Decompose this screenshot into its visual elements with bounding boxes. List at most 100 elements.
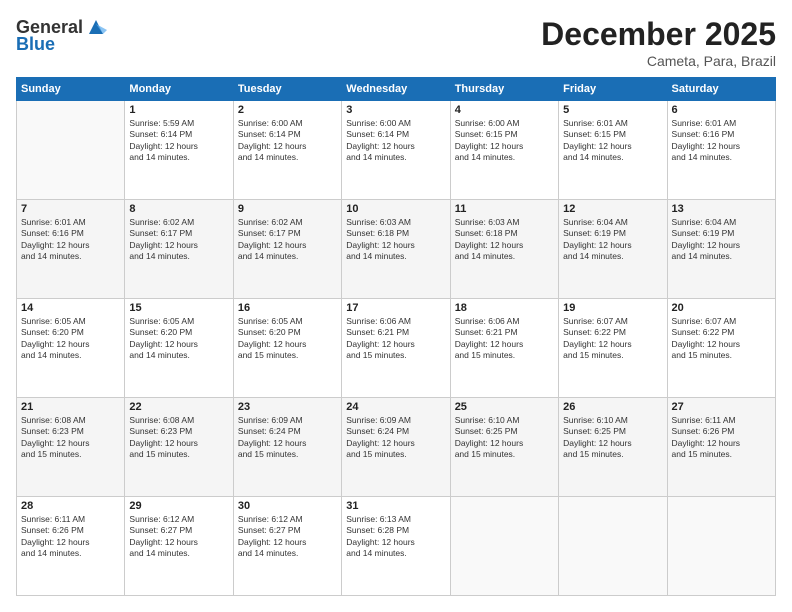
table-row: 10 Sunrise: 6:03 AM Sunset: 6:18 PM Dayli… (342, 200, 450, 299)
day-number: 2 (238, 104, 337, 116)
day-info: Sunrise: 6:05 AM Sunset: 6:20 PM Dayligh… (21, 316, 120, 362)
day-number: 13 (672, 203, 771, 215)
col-sunday: Sunday (17, 78, 125, 101)
day-number: 6 (672, 104, 771, 116)
month-title: December 2025 (541, 16, 776, 53)
day-number: 22 (129, 401, 228, 413)
day-number: 19 (563, 302, 662, 314)
day-info: Sunrise: 6:02 AM Sunset: 6:17 PM Dayligh… (238, 217, 337, 263)
day-info: Sunrise: 6:11 AM Sunset: 6:26 PM Dayligh… (21, 514, 120, 560)
day-number: 25 (455, 401, 554, 413)
day-number: 14 (21, 302, 120, 314)
logo-icon (85, 16, 107, 38)
table-row: 29 Sunrise: 6:12 AM Sunset: 6:27 PM Dayli… (125, 497, 233, 596)
logo-blue: Blue (16, 34, 55, 55)
day-number: 15 (129, 302, 228, 314)
day-info: Sunrise: 6:03 AM Sunset: 6:18 PM Dayligh… (455, 217, 554, 263)
page: General Blue December 2025 Cameta, Para,… (0, 0, 792, 612)
title-block: December 2025 Cameta, Para, Brazil (541, 16, 776, 69)
table-row: 11Sunrise: 6:03 AM Sunset: 6:18 PM Dayli… (450, 200, 558, 299)
calendar-week-row: 21 Sunrise: 6:08 AM Sunset: 6:23 PM Dayli… (17, 398, 776, 497)
table-row: 31 Sunrise: 6:13 AM Sunset: 6:28 PM Dayli… (342, 497, 450, 596)
day-info: Sunrise: 6:12 AM Sunset: 6:27 PM Dayligh… (238, 514, 337, 560)
table-row: 14 Sunrise: 6:05 AM Sunset: 6:20 PM Dayli… (17, 299, 125, 398)
table-row (559, 497, 667, 596)
calendar-week-row: 14 Sunrise: 6:05 AM Sunset: 6:20 PM Dayli… (17, 299, 776, 398)
day-number: 3 (346, 104, 445, 116)
table-row: 8 Sunrise: 6:02 AM Sunset: 6:17 PM Daylig… (125, 200, 233, 299)
table-row: 4Sunrise: 6:00 AM Sunset: 6:15 PM Daylig… (450, 101, 558, 200)
table-row: 21 Sunrise: 6:08 AM Sunset: 6:23 PM Dayli… (17, 398, 125, 497)
day-info: Sunrise: 6:12 AM Sunset: 6:27 PM Dayligh… (129, 514, 228, 560)
day-number: 16 (238, 302, 337, 314)
day-info: Sunrise: 6:05 AM Sunset: 6:20 PM Dayligh… (238, 316, 337, 362)
table-row (667, 497, 775, 596)
col-friday: Friday (559, 78, 667, 101)
day-info: Sunrise: 6:07 AM Sunset: 6:22 PM Dayligh… (672, 316, 771, 362)
day-info: Sunrise: 6:11 AM Sunset: 6:26 PM Dayligh… (672, 415, 771, 461)
table-row: 9 Sunrise: 6:02 AM Sunset: 6:17 PM Daylig… (233, 200, 341, 299)
table-row (17, 101, 125, 200)
day-number: 18 (455, 302, 554, 314)
table-row: 19 Sunrise: 6:07 AM Sunset: 6:22 PM Dayli… (559, 299, 667, 398)
table-row: 26 Sunrise: 6:10 AM Sunset: 6:25 PM Dayli… (559, 398, 667, 497)
day-info: Sunrise: 6:08 AM Sunset: 6:23 PM Dayligh… (21, 415, 120, 461)
day-number: 10 (346, 203, 445, 215)
day-info: Sunrise: 6:01 AM Sunset: 6:16 PM Dayligh… (21, 217, 120, 263)
table-row: 15Sunrise: 6:05 AM Sunset: 6:20 PM Dayli… (125, 299, 233, 398)
table-row: 25 Sunrise: 6:10 AM Sunset: 6:25 PM Dayli… (450, 398, 558, 497)
day-number: 21 (21, 401, 120, 413)
day-number: 4 (455, 104, 554, 116)
day-info: Sunrise: 6:06 AM Sunset: 6:21 PM Dayligh… (346, 316, 445, 362)
day-info: Sunrise: 6:07 AM Sunset: 6:22 PM Dayligh… (563, 316, 662, 362)
day-info: Sunrise: 6:09 AM Sunset: 6:24 PM Dayligh… (238, 415, 337, 461)
table-row: 20 Sunrise: 6:07 AM Sunset: 6:22 PM Dayli… (667, 299, 775, 398)
table-row: 12Sunrise: 6:04 AM Sunset: 6:19 PM Dayli… (559, 200, 667, 299)
col-saturday: Saturday (667, 78, 775, 101)
table-row: 6Sunrise: 6:01 AM Sunset: 6:16 PM Daylig… (667, 101, 775, 200)
calendar-week-row: 28Sunrise: 6:11 AM Sunset: 6:26 PM Dayli… (17, 497, 776, 596)
location: Cameta, Para, Brazil (541, 53, 776, 69)
col-tuesday: Tuesday (233, 78, 341, 101)
table-row: 5 Sunrise: 6:01 AM Sunset: 6:15 PM Daylig… (559, 101, 667, 200)
header: General Blue December 2025 Cameta, Para,… (16, 16, 776, 69)
day-info: Sunrise: 6:10 AM Sunset: 6:25 PM Dayligh… (563, 415, 662, 461)
calendar-week-row: 1Sunrise: 5:59 AM Sunset: 6:14 PM Daylig… (17, 101, 776, 200)
day-number: 27 (672, 401, 771, 413)
day-number: 7 (21, 203, 120, 215)
day-info: Sunrise: 6:01 AM Sunset: 6:15 PM Dayligh… (563, 118, 662, 164)
calendar-week-row: 7 Sunrise: 6:01 AM Sunset: 6:16 PM Daylig… (17, 200, 776, 299)
day-info: Sunrise: 6:00 AM Sunset: 6:14 PM Dayligh… (238, 118, 337, 164)
day-number: 8 (129, 203, 228, 215)
day-info: Sunrise: 6:02 AM Sunset: 6:17 PM Dayligh… (129, 217, 228, 263)
table-row: 16 Sunrise: 6:05 AM Sunset: 6:20 PM Dayli… (233, 299, 341, 398)
day-info: Sunrise: 6:03 AM Sunset: 6:18 PM Dayligh… (346, 217, 445, 263)
day-number: 23 (238, 401, 337, 413)
table-row: 23 Sunrise: 6:09 AM Sunset: 6:24 PM Dayli… (233, 398, 341, 497)
table-row: 1Sunrise: 5:59 AM Sunset: 6:14 PM Daylig… (125, 101, 233, 200)
day-number: 26 (563, 401, 662, 413)
day-info: Sunrise: 6:08 AM Sunset: 6:23 PM Dayligh… (129, 415, 228, 461)
table-row: 13 Sunrise: 6:04 AM Sunset: 6:19 PM Dayli… (667, 200, 775, 299)
table-row: 17Sunrise: 6:06 AM Sunset: 6:21 PM Dayli… (342, 299, 450, 398)
table-row: 24Sunrise: 6:09 AM Sunset: 6:24 PM Dayli… (342, 398, 450, 497)
day-info: Sunrise: 6:13 AM Sunset: 6:28 PM Dayligh… (346, 514, 445, 560)
day-number: 9 (238, 203, 337, 215)
day-number: 24 (346, 401, 445, 413)
table-row: 22 Sunrise: 6:08 AM Sunset: 6:23 PM Dayli… (125, 398, 233, 497)
calendar-header-row: Sunday Monday Tuesday Wednesday Thursday… (17, 78, 776, 101)
calendar-table: Sunday Monday Tuesday Wednesday Thursday… (16, 77, 776, 596)
day-info: Sunrise: 6:04 AM Sunset: 6:19 PM Dayligh… (672, 217, 771, 263)
day-number: 5 (563, 104, 662, 116)
table-row: 18 Sunrise: 6:06 AM Sunset: 6:21 PM Dayli… (450, 299, 558, 398)
day-number: 20 (672, 302, 771, 314)
day-number: 31 (346, 500, 445, 512)
day-number: 29 (129, 500, 228, 512)
day-info: Sunrise: 6:10 AM Sunset: 6:25 PM Dayligh… (455, 415, 554, 461)
table-row: 7 Sunrise: 6:01 AM Sunset: 6:16 PM Daylig… (17, 200, 125, 299)
day-info: Sunrise: 6:06 AM Sunset: 6:21 PM Dayligh… (455, 316, 554, 362)
table-row: 27 Sunrise: 6:11 AM Sunset: 6:26 PM Dayli… (667, 398, 775, 497)
col-monday: Monday (125, 78, 233, 101)
day-info: Sunrise: 6:00 AM Sunset: 6:14 PM Dayligh… (346, 118, 445, 164)
col-thursday: Thursday (450, 78, 558, 101)
